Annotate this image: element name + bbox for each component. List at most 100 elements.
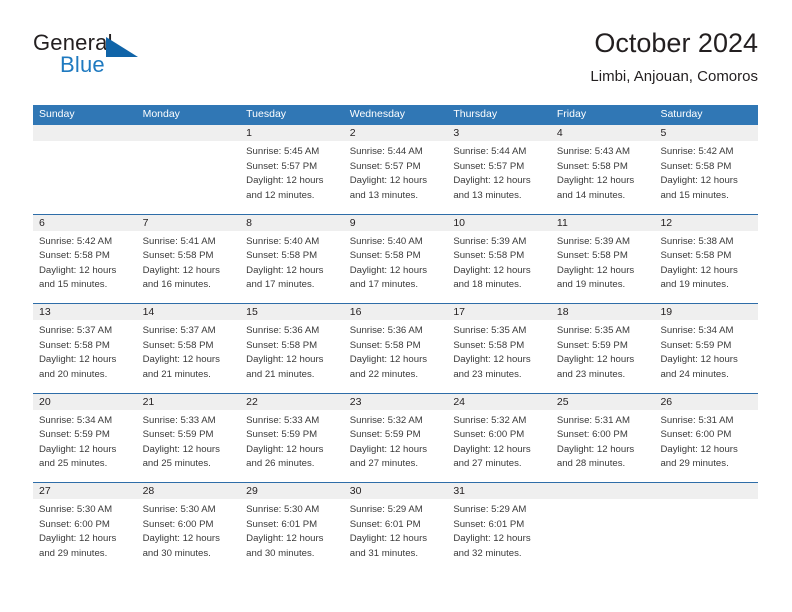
page-subtitle: Limbi, Anjouan, Comoros — [590, 67, 758, 85]
daylight-text-line2: and 27 minutes. — [349, 458, 419, 470]
daylight-text-line1: Daylight: 12 hours — [556, 354, 635, 366]
sunrise-text: Sunrise: 5:40 AM — [349, 235, 423, 247]
day-cell[interactable]: 11 Sunrise: 5:39 AM Sunset: 5:58 PM Dayl… — [550, 214, 655, 303]
day-cell[interactable] — [136, 125, 241, 214]
day-cell[interactable]: 16 Sunrise: 5:36 AM Sunset: 5:58 PM Dayl… — [343, 304, 448, 393]
sunrise-text: Sunrise: 5:44 AM — [453, 146, 527, 157]
day-cell[interactable]: 3 Sunrise: 5:44 AM Sunset: 5:57 PM Dayli… — [447, 125, 551, 214]
day-number: 9 — [343, 214, 448, 231]
day-details: Sunrise: 5:31 AM Sunset: 6:00 PM Dayligh… — [654, 410, 758, 472]
day-cell[interactable]: 28 Sunrise: 5:30 AM Sunset: 6:00 PM Dayl… — [136, 483, 241, 572]
sunset-text: Sunset: 5:58 PM — [39, 250, 110, 262]
sunset-text: Sunset: 5:58 PM — [660, 250, 732, 262]
day-cell[interactable]: 17 Sunrise: 5:35 AM Sunset: 5:58 PM Dayl… — [447, 304, 551, 393]
daylight-text-line1: Daylight: 12 hours — [453, 264, 531, 276]
day-cell[interactable]: 26 Sunrise: 5:31 AM Sunset: 6:00 PM Dayl… — [654, 393, 759, 482]
day-details — [33, 141, 137, 145]
weekday-header-tuesday: Tuesday — [246, 108, 287, 120]
day-cell[interactable]: 1 Sunrise: 5:45 AM Sunset: 5:57 PM Dayli… — [240, 125, 344, 214]
sunset-text: Sunset: 6:00 PM — [142, 518, 214, 530]
sunrise-text: Sunrise: 5:36 AM — [349, 325, 423, 336]
sunset-text: Sunset: 5:58 PM — [349, 250, 421, 262]
day-number: 17 — [447, 304, 551, 320]
day-details — [551, 499, 655, 503]
day-details: Sunrise: 5:36 AM Sunset: 5:58 PM Dayligh… — [240, 320, 344, 382]
day-cell[interactable]: 22 Sunrise: 5:33 AM Sunset: 5:59 PM Dayl… — [240, 393, 344, 482]
day-details: Sunrise: 5:30 AM Sunset: 6:00 PM Dayligh… — [137, 499, 241, 561]
day-details: Sunrise: 5:35 AM Sunset: 5:58 PM Dayligh… — [447, 320, 551, 382]
day-details: Sunrise: 5:36 AM Sunset: 5:58 PM Dayligh… — [344, 320, 448, 382]
day-cell[interactable]: 15 Sunrise: 5:36 AM Sunset: 5:58 PM Dayl… — [240, 304, 344, 393]
day-cell[interactable]: 9 Sunrise: 5:40 AM Sunset: 5:58 PM Dayli… — [343, 214, 448, 303]
day-cell[interactable]: 19 Sunrise: 5:34 AM Sunset: 5:59 PM Dayl… — [654, 304, 759, 393]
sunrise-text: Sunrise: 5:45 AM — [246, 146, 320, 157]
day-details — [137, 141, 241, 145]
sunrise-text: Sunrise: 5:32 AM — [349, 414, 423, 426]
sunset-text: Sunset: 5:57 PM — [246, 160, 318, 172]
day-cell[interactable]: 31 Sunrise: 5:29 AM Sunset: 6:01 PM Dayl… — [447, 483, 551, 572]
sunrise-text: Sunrise: 5:39 AM — [453, 235, 527, 247]
day-cell[interactable]: 18 Sunrise: 5:35 AM Sunset: 5:59 PM Dayl… — [550, 304, 655, 393]
day-details: Sunrise: 5:29 AM Sunset: 6:01 PM Dayligh… — [447, 499, 551, 561]
day-details: Sunrise: 5:44 AM Sunset: 5:57 PM Dayligh… — [447, 141, 551, 203]
day-cell[interactable]: 10 Sunrise: 5:39 AM Sunset: 5:58 PM Dayl… — [447, 214, 551, 303]
day-cell[interactable] — [550, 483, 655, 572]
day-cell[interactable]: 14 Sunrise: 5:37 AM Sunset: 5:58 PM Dayl… — [136, 304, 241, 393]
day-cell[interactable]: 20 Sunrise: 5:34 AM Sunset: 5:59 PM Dayl… — [33, 393, 137, 482]
day-cell[interactable]: 5 Sunrise: 5:42 AM Sunset: 5:58 PM Dayli… — [654, 125, 759, 214]
sunset-text: Sunset: 6:01 PM — [246, 518, 318, 530]
day-cell[interactable]: 4 Sunrise: 5:43 AM Sunset: 5:58 PM Dayli… — [550, 125, 655, 214]
day-details: Sunrise: 5:31 AM Sunset: 6:00 PM Dayligh… — [551, 410, 655, 472]
day-cell[interactable]: 21 Sunrise: 5:33 AM Sunset: 5:59 PM Dayl… — [136, 393, 241, 482]
sunrise-text: Sunrise: 5:35 AM — [556, 325, 630, 336]
daylight-text-line2: and 26 minutes. — [246, 458, 315, 470]
calendar-week-row: 27 Sunrise: 5:30 AM Sunset: 6:00 PM Dayl… — [33, 483, 759, 572]
day-cell[interactable]: 29 Sunrise: 5:30 AM Sunset: 6:01 PM Dayl… — [240, 483, 344, 572]
day-cell[interactable]: 27 Sunrise: 5:30 AM Sunset: 6:00 PM Dayl… — [33, 483, 137, 572]
calendar-week-row: 1 Sunrise: 5:45 AM Sunset: 5:57 PM Dayli… — [33, 125, 759, 215]
day-cell[interactable]: 23 Sunrise: 5:32 AM Sunset: 5:59 PM Dayl… — [343, 393, 448, 482]
day-cell[interactable]: 2 Sunrise: 5:44 AM Sunset: 5:57 PM Dayli… — [343, 125, 448, 214]
day-cell[interactable]: 6 Sunrise: 5:42 AM Sunset: 5:58 PM Dayli… — [33, 214, 137, 303]
day-number — [136, 125, 241, 141]
day-number: 20 — [33, 393, 137, 410]
day-details: Sunrise: 5:30 AM Sunset: 6:00 PM Dayligh… — [33, 499, 137, 561]
daylight-text-line1: Daylight: 12 hours — [349, 354, 428, 366]
day-cell[interactable]: 7 Sunrise: 5:41 AM Sunset: 5:58 PM Dayli… — [136, 214, 241, 303]
general-blue-logo[interactable]: General Blue — [33, 32, 173, 88]
sunrise-text: Sunrise: 5:31 AM — [660, 414, 734, 426]
day-number: 29 — [240, 483, 344, 499]
day-details: Sunrise: 5:32 AM Sunset: 5:59 PM Dayligh… — [344, 410, 448, 472]
sunset-text: Sunset: 5:59 PM — [142, 429, 214, 441]
weekday-header-saturday: Saturday — [660, 108, 703, 120]
day-cell[interactable] — [33, 125, 137, 214]
day-details: Sunrise: 5:41 AM Sunset: 5:58 PM Dayligh… — [137, 231, 241, 293]
daylight-text-line1: Daylight: 12 hours — [453, 354, 531, 366]
sunset-text: Sunset: 5:58 PM — [556, 160, 628, 172]
daylight-text-line2: and 20 minutes. — [39, 368, 108, 380]
day-cell[interactable]: 25 Sunrise: 5:31 AM Sunset: 6:00 PM Dayl… — [550, 393, 655, 482]
day-cell[interactable]: 24 Sunrise: 5:32 AM Sunset: 6:00 PM Dayl… — [447, 393, 551, 482]
day-number: 8 — [240, 214, 344, 231]
brand-word-general: General — [33, 30, 113, 55]
day-cell[interactable]: 30 Sunrise: 5:29 AM Sunset: 6:01 PM Dayl… — [343, 483, 448, 572]
daylight-text-line2: and 27 minutes. — [453, 458, 522, 470]
day-cell[interactable] — [654, 483, 759, 572]
day-cell[interactable]: 8 Sunrise: 5:40 AM Sunset: 5:58 PM Dayli… — [240, 214, 344, 303]
day-details: Sunrise: 5:34 AM Sunset: 5:59 PM Dayligh… — [33, 410, 137, 472]
day-number: 14 — [136, 304, 241, 320]
day-cell[interactable]: 13 Sunrise: 5:37 AM Sunset: 5:58 PM Dayl… — [33, 304, 137, 393]
calendar-week-row: 20 Sunrise: 5:34 AM Sunset: 5:59 PM Dayl… — [33, 393, 759, 483]
daylight-text-line1: Daylight: 12 hours — [349, 533, 428, 545]
daylight-text-line1: Daylight: 12 hours — [453, 443, 531, 455]
day-details: Sunrise: 5:43 AM Sunset: 5:58 PM Dayligh… — [551, 141, 655, 203]
sunrise-text: Sunrise: 5:37 AM — [39, 325, 113, 336]
daylight-text-line2: and 19 minutes. — [556, 279, 626, 291]
daylight-text-line2: and 23 minutes. — [453, 368, 522, 380]
daylight-text-line1: Daylight: 12 hours — [39, 533, 117, 545]
daylight-text-line1: Daylight: 12 hours — [142, 264, 220, 276]
daylight-text-line2: and 21 minutes. — [142, 368, 211, 380]
day-cell[interactable]: 12 Sunrise: 5:38 AM Sunset: 5:58 PM Dayl… — [654, 214, 759, 303]
daylight-text-line1: Daylight: 12 hours — [246, 354, 324, 366]
day-number: 26 — [654, 393, 759, 410]
